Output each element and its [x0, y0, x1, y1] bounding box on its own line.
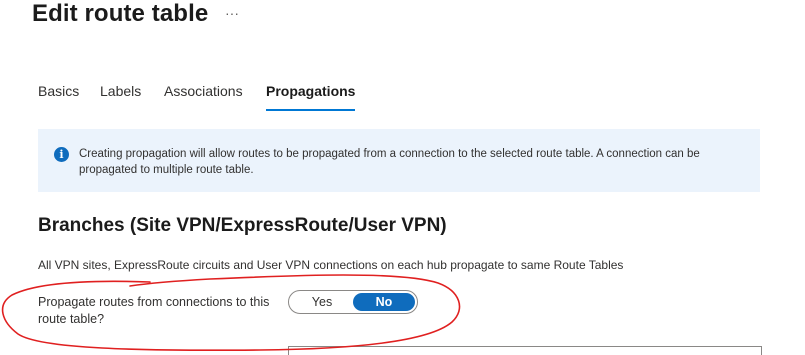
section-title: Branches (Site VPN/ExpressRoute/User VPN…	[38, 215, 447, 236]
more-options-button[interactable]: ···	[222, 5, 242, 21]
tab-label: Propagations	[266, 83, 356, 99]
tab-basics[interactable]: Basics	[38, 83, 79, 113]
active-tab-indicator	[266, 109, 356, 111]
tab-propagations[interactable]: Propagations	[266, 83, 356, 113]
toggle-option-yes[interactable]: Yes	[291, 293, 353, 311]
toggle-option-no[interactable]: No	[353, 293, 415, 311]
info-banner: i Creating propagation will allow routes…	[38, 129, 760, 192]
propagate-routes-label: Propagate routes from connections to thi…	[38, 295, 270, 326]
propagate-routes-toggle[interactable]: Yes No	[288, 290, 418, 314]
tab-label: Labels	[100, 83, 142, 99]
info-icon: i	[54, 147, 69, 162]
page-title: Edit route table	[32, 0, 209, 27]
tab-labels[interactable]: Labels	[100, 83, 141, 113]
info-banner-text: Creating propagation will allow routes t…	[79, 148, 700, 176]
tab-label: Associations	[164, 83, 243, 99]
tab-label: Basics	[38, 83, 80, 99]
tab-associations[interactable]: Associations	[164, 83, 243, 113]
next-field-input[interactable]	[288, 346, 762, 355]
section-description: All VPN sites, ExpressRoute circuits and…	[38, 258, 624, 272]
